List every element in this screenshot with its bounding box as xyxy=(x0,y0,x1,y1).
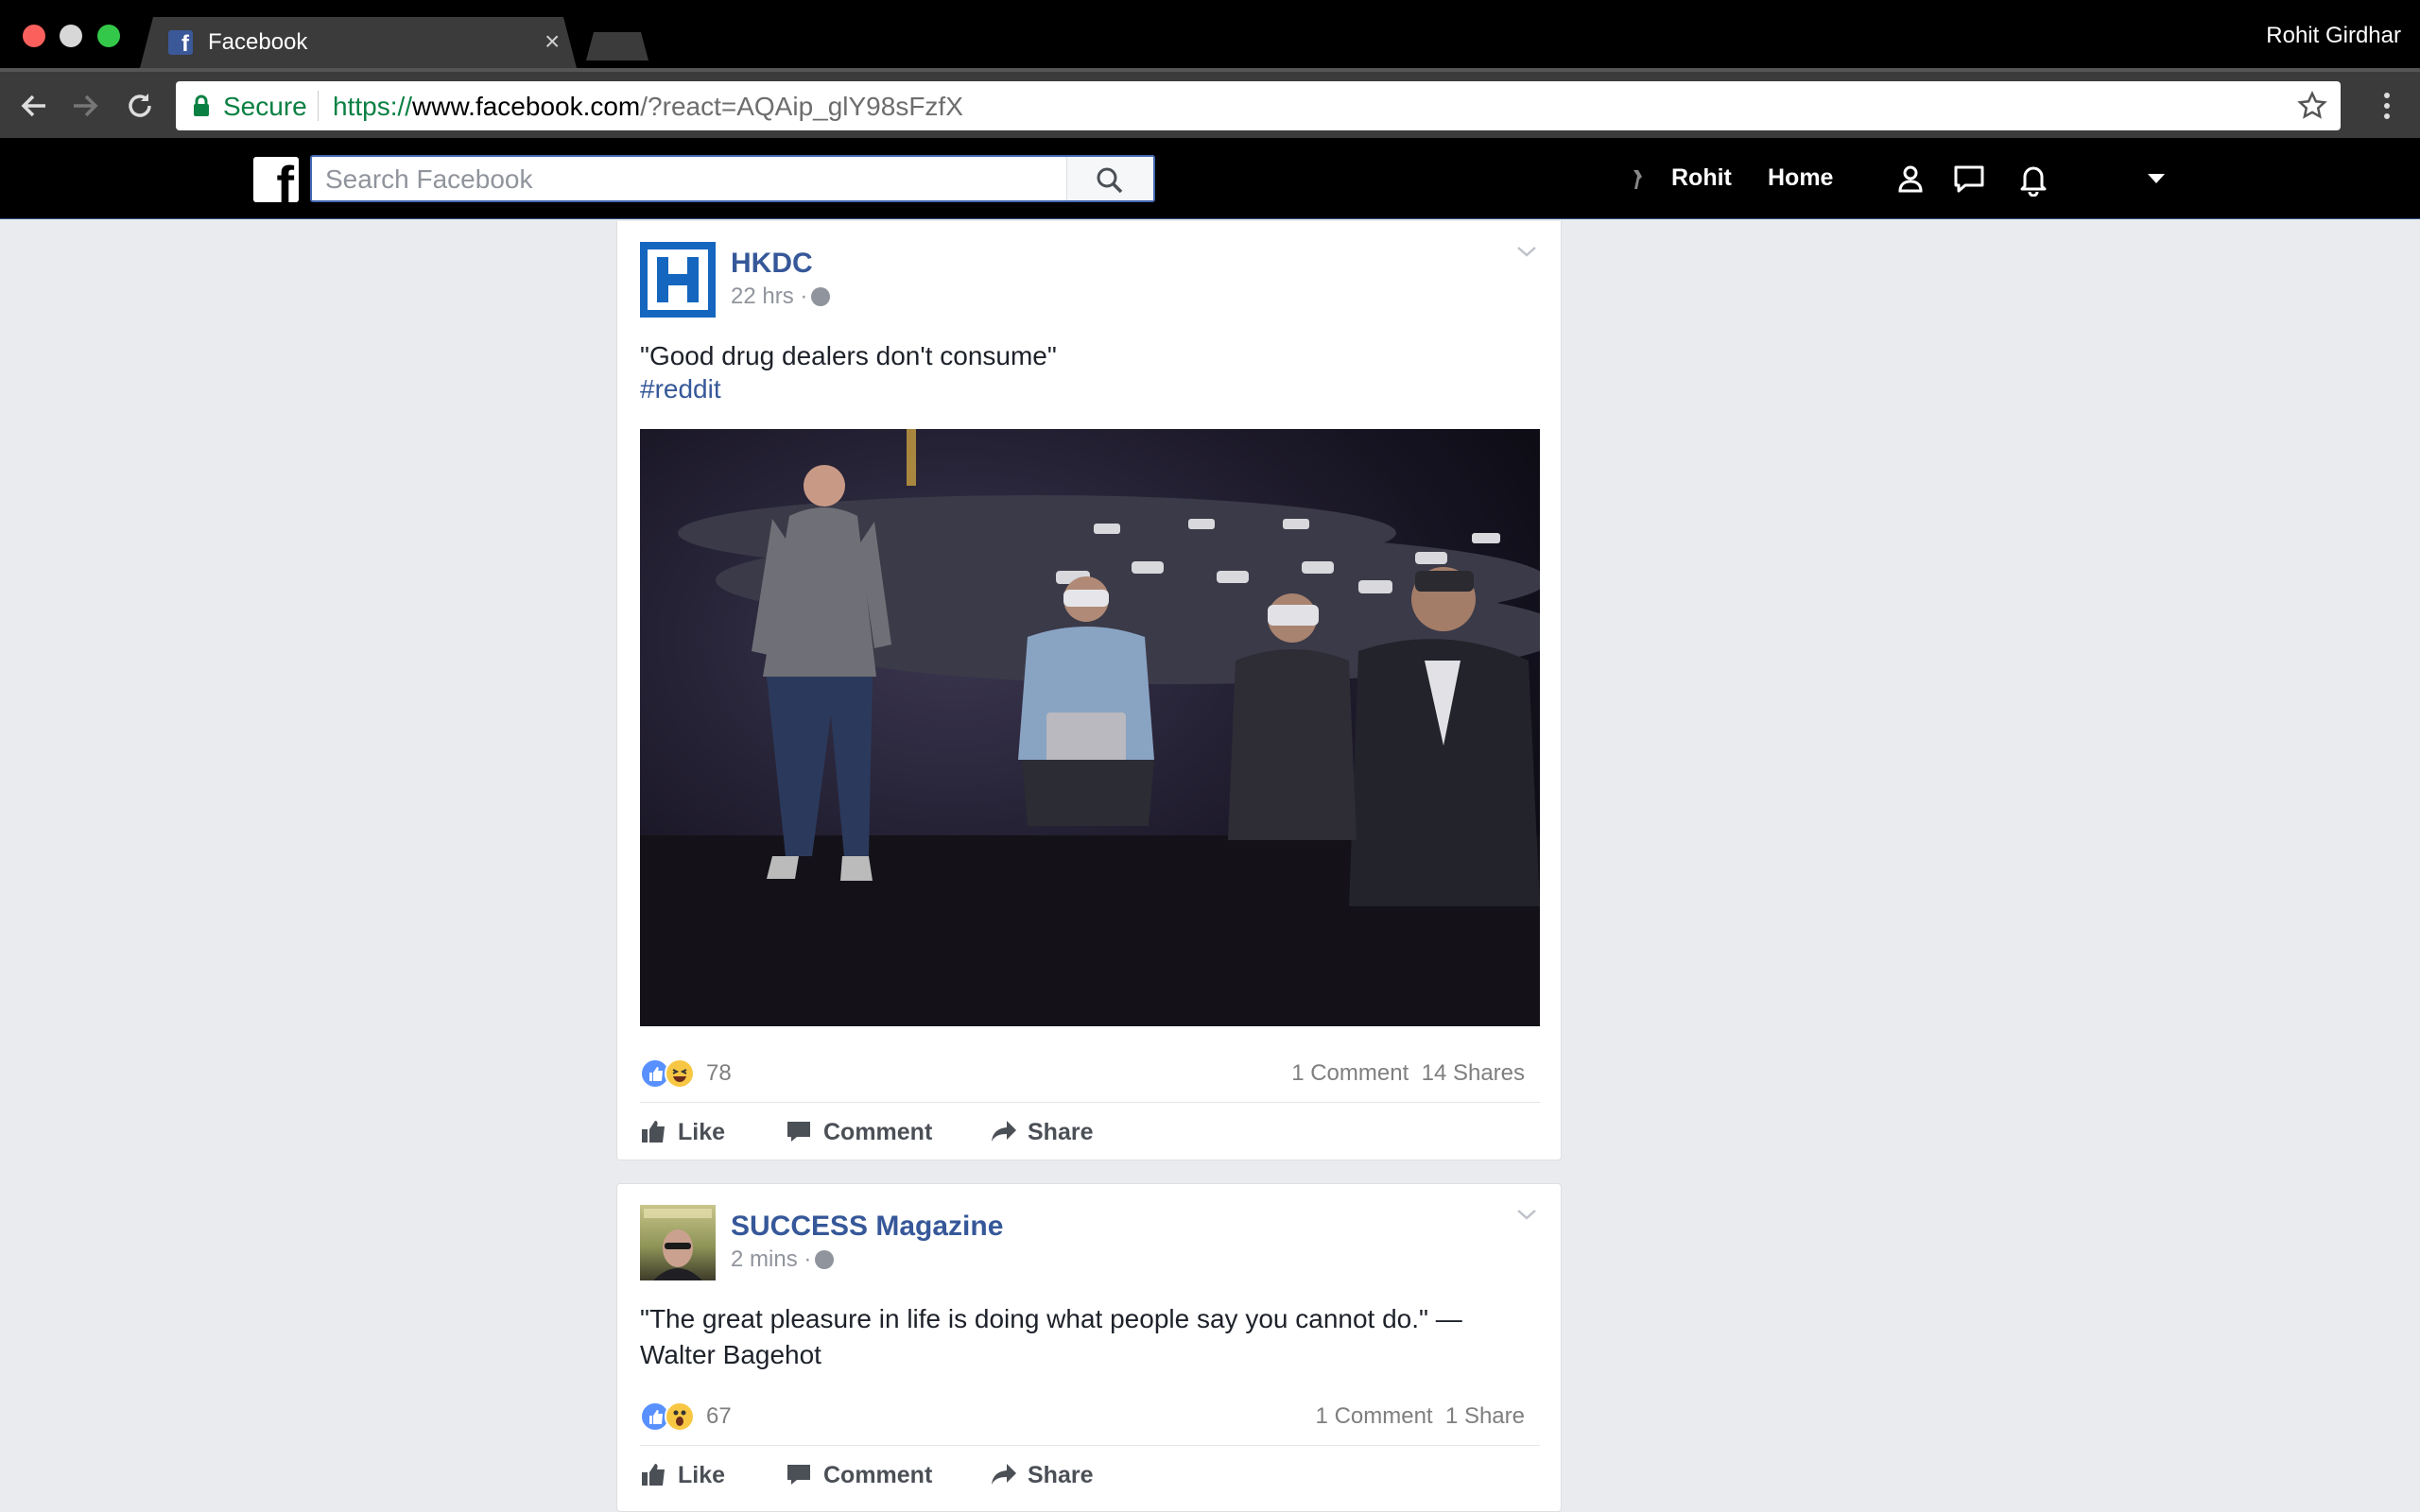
comment-label: Comment xyxy=(823,1119,933,1145)
post-stats: 1 Comment 14 Shares xyxy=(1291,1060,1525,1087)
bookmark-star-icon[interactable] xyxy=(2297,91,2327,121)
share-button[interactable]: Share xyxy=(990,1458,1113,1492)
post-author-name[interactable]: HKDC xyxy=(731,248,813,280)
browser-profile-name[interactable]: Rohit Girdhar xyxy=(2266,23,2401,49)
browser-tab-facebook[interactable]: f Facebook × xyxy=(140,17,577,68)
search-input[interactable] xyxy=(325,163,1063,197)
haha-reaction-icon xyxy=(665,1058,695,1089)
back-button[interactable] xyxy=(17,89,51,123)
post-author-name[interactable]: SUCCESS Magazine xyxy=(731,1211,1003,1243)
tab-title: Facebook xyxy=(208,29,308,55)
new-tab-button[interactable] xyxy=(586,32,648,60)
messages-icon[interactable] xyxy=(1951,161,1987,197)
success-magazine-avatar[interactable] xyxy=(640,1205,716,1280)
friend-requests-icon[interactable] xyxy=(1893,161,1928,197)
notifications-bell-icon[interactable] xyxy=(2015,161,2051,197)
close-window-button[interactable] xyxy=(23,25,45,47)
avatar xyxy=(1624,166,1651,193)
hkdc-page-avatar[interactable] xyxy=(640,242,716,318)
address-bar[interactable]: Secure https://www.facebook.com/?react=A… xyxy=(176,81,2341,130)
thumbs-up-icon xyxy=(642,1464,665,1486)
comment-bubble-icon xyxy=(787,1465,810,1485)
browser-toolbar: Secure https://www.facebook.com/?react=A… xyxy=(0,68,2420,138)
close-tab-icon[interactable]: × xyxy=(544,26,560,57)
feed-post: SUCCESS Magazine 2 mins · "The great ple… xyxy=(616,1183,1562,1512)
post-text: "Good drug dealers don't consume" xyxy=(640,341,1057,370)
post-timestamp[interactable]: 2 mins · xyxy=(731,1246,835,1273)
zoom-window-button[interactable] xyxy=(97,25,120,47)
like-label: Like xyxy=(678,1119,726,1145)
share-label: Share xyxy=(1028,1119,1094,1145)
like-button[interactable]: Like xyxy=(640,1115,735,1149)
facebook-favicon-icon: f xyxy=(168,30,193,55)
post-photo[interactable] xyxy=(640,429,1540,1026)
audience-photo-illustration xyxy=(640,429,1540,1026)
share-label: Share xyxy=(1028,1462,1094,1488)
feed-post: HKDC 22 hrs · "Good drug dealers don't c… xyxy=(616,221,1562,1160)
share-count-link[interactable]: 14 Shares xyxy=(1422,1060,1525,1086)
reaction-count: 78 xyxy=(706,1060,732,1086)
browser-menu-icon[interactable] xyxy=(2373,89,2401,123)
share-count-link[interactable]: 1 Share xyxy=(1445,1403,1525,1429)
share-arrow-icon xyxy=(992,1121,1016,1142)
share-arrow-icon xyxy=(992,1464,1016,1485)
back-arrow-icon xyxy=(21,94,45,117)
comment-label: Comment xyxy=(823,1462,933,1488)
address-divider xyxy=(318,91,319,121)
like-label: Like xyxy=(678,1462,726,1488)
post-hashtag-link[interactable]: #reddit xyxy=(640,374,721,404)
globe-icon xyxy=(811,287,831,306)
comment-button[interactable]: Comment xyxy=(786,1115,956,1149)
post-text: "The great pleasure in life is doing wha… xyxy=(640,1304,1462,1369)
share-button[interactable]: Share xyxy=(990,1115,1113,1149)
facebook-header: f Rohit Home xyxy=(0,138,2420,219)
facebook-logo-icon[interactable]: f xyxy=(253,157,299,202)
globe-icon xyxy=(815,1250,835,1269)
post-divider xyxy=(640,1102,1540,1103)
url-scheme: https:// xyxy=(333,92,413,121)
minimize-window-button[interactable] xyxy=(60,25,82,47)
account-menu-chevron-icon[interactable] xyxy=(2148,174,2165,183)
post-timestamp[interactable]: 22 hrs · xyxy=(731,284,831,310)
like-button[interactable]: Like xyxy=(640,1458,735,1492)
url-text[interactable]: https://www.facebook.com/?react=AQAip_gl… xyxy=(333,92,963,122)
post-stats: 1 Comment 1 Share xyxy=(1316,1403,1525,1430)
browser-titlebar: f Facebook × Rohit Girdhar xyxy=(0,0,2420,68)
hkdc-logo-icon xyxy=(648,249,708,310)
comment-count-link[interactable]: 1 Comment xyxy=(1316,1403,1433,1429)
wow-reaction-icon xyxy=(665,1401,695,1432)
post-options-chevron-icon[interactable] xyxy=(1515,244,1538,259)
search-icon xyxy=(1097,167,1123,194)
magazine-cover-icon xyxy=(644,1209,712,1280)
reload-icon xyxy=(129,94,151,117)
url-host: www.facebook.com xyxy=(412,92,641,121)
reaction-count: 67 xyxy=(706,1403,732,1429)
post-time: 2 mins · xyxy=(731,1246,812,1272)
post-divider xyxy=(640,1445,1540,1446)
url-path: /?react=AQAip_glY98sFzfX xyxy=(640,92,963,121)
search-button[interactable] xyxy=(1066,157,1153,200)
profile-name: Rohit xyxy=(1671,164,1732,191)
post-time: 22 hrs · xyxy=(731,284,808,309)
reload-button[interactable] xyxy=(123,89,157,123)
search-box xyxy=(310,155,1155,202)
comment-button[interactable]: Comment xyxy=(786,1458,956,1492)
comment-count-link[interactable]: 1 Comment xyxy=(1291,1060,1409,1086)
comment-bubble-icon xyxy=(787,1122,810,1142)
forward-arrow-icon xyxy=(74,94,98,117)
lock-icon xyxy=(194,94,209,116)
forward-button[interactable] xyxy=(68,89,102,123)
thumbs-up-icon xyxy=(642,1121,665,1143)
home-link[interactable]: Home xyxy=(1768,164,1833,192)
secure-label: Secure xyxy=(223,92,307,121)
post-options-chevron-icon[interactable] xyxy=(1515,1207,1538,1222)
